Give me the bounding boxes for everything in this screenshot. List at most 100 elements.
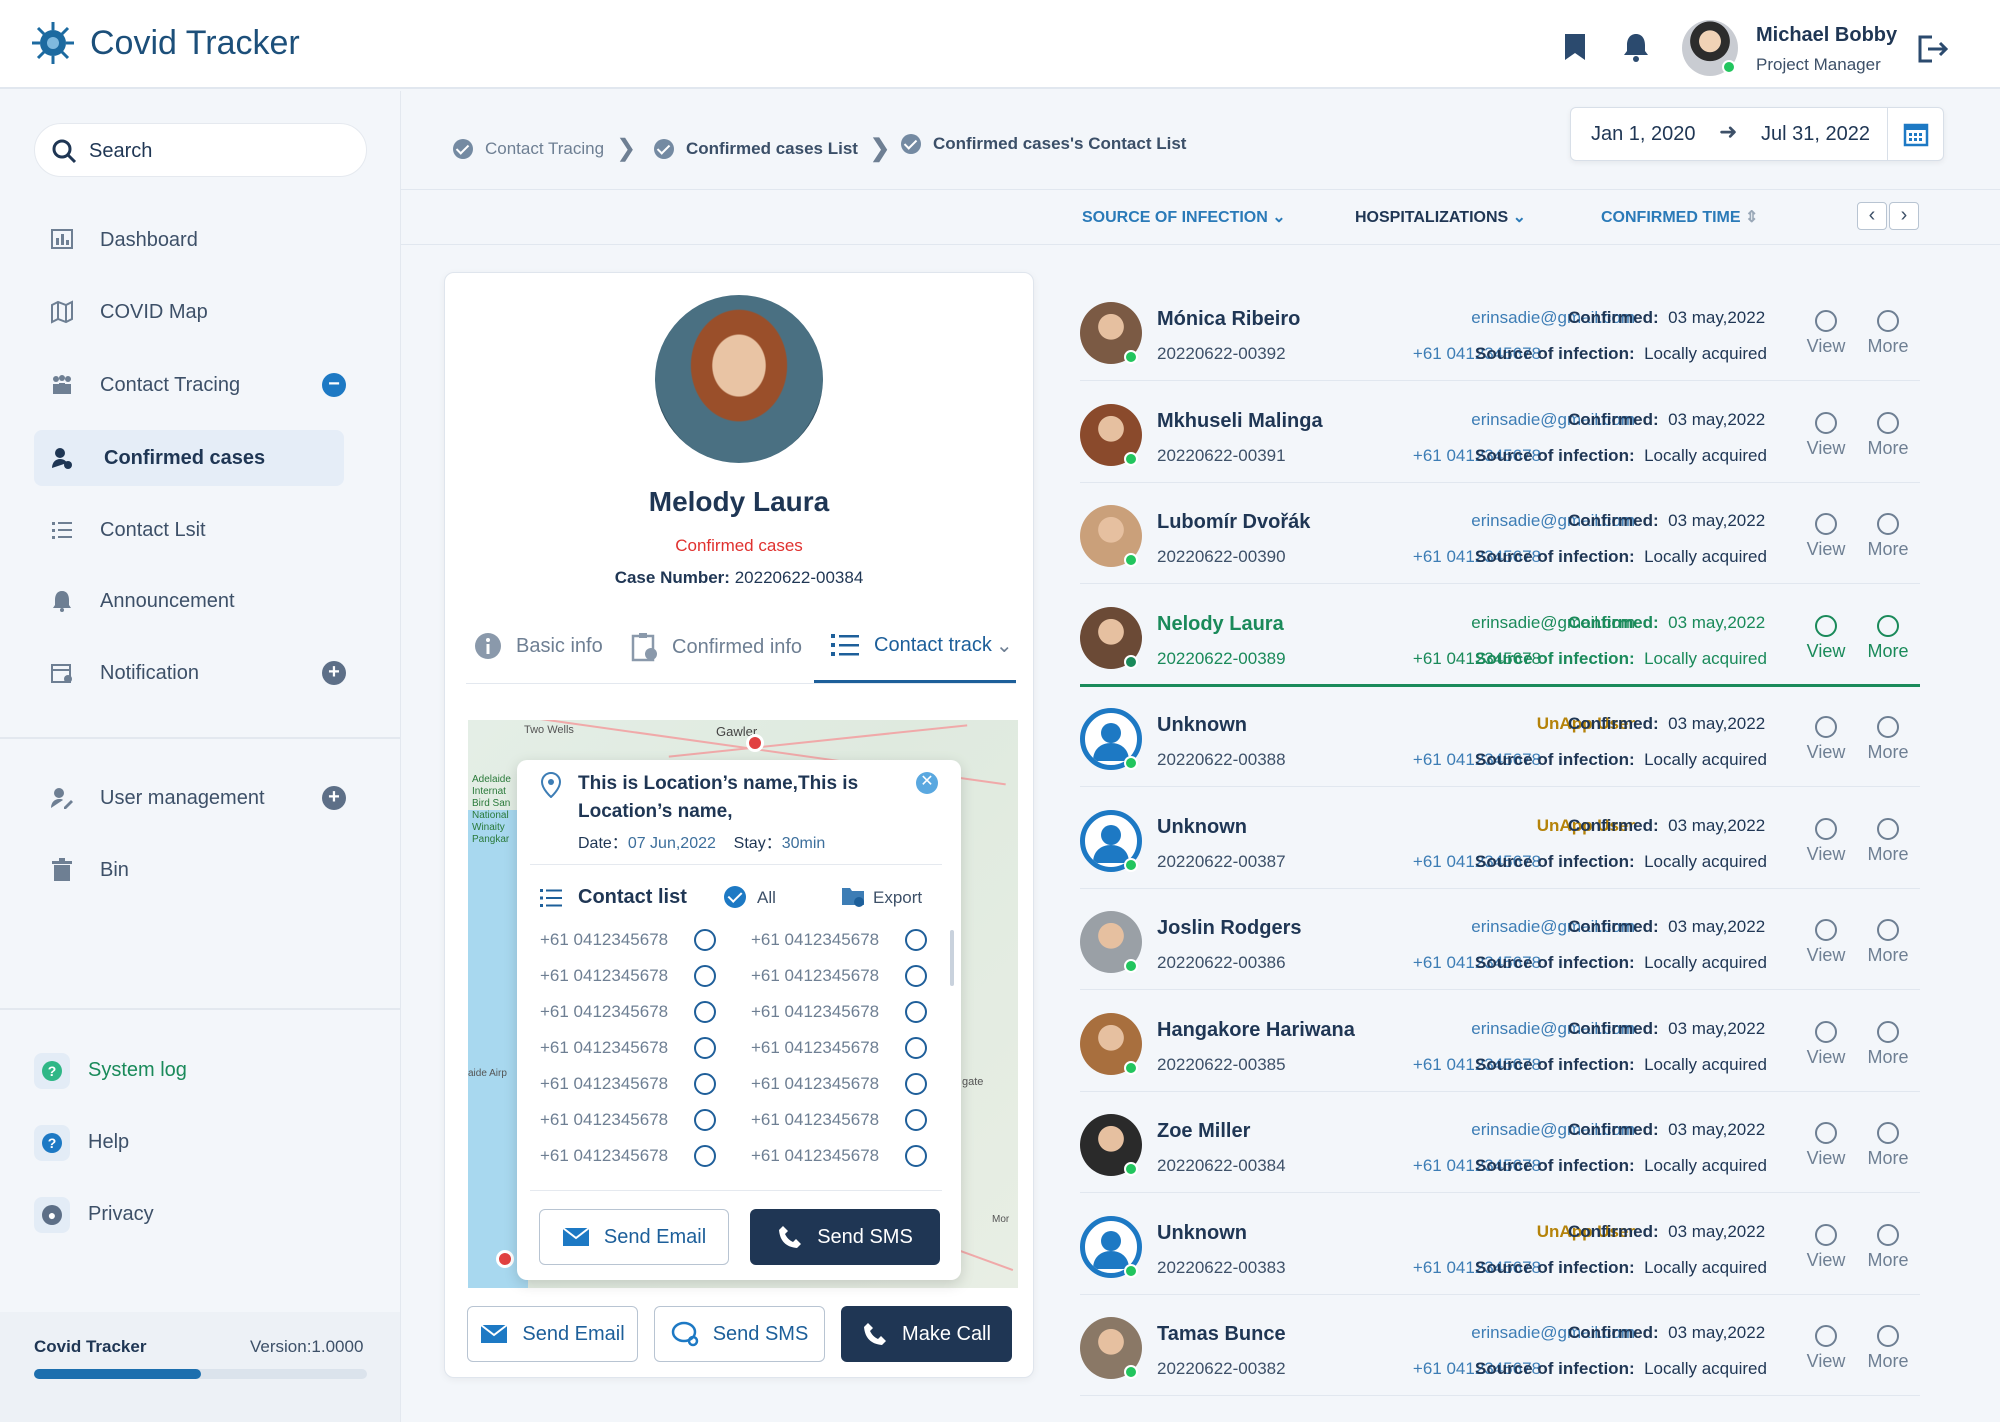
view-button[interactable]: View	[1796, 716, 1856, 763]
contact-select-radio[interactable]	[905, 929, 927, 951]
sidebar-item-label: COVID Map	[100, 301, 208, 323]
more-button[interactable]: More	[1858, 310, 1918, 357]
case-row[interactable]: Mónica Ribeiro 20220622-00392 erinsadie@gm…	[1080, 282, 1920, 382]
location-meta: Date：07 Jun,2022 Stay：30min	[578, 829, 825, 853]
next-page-button[interactable]: ›	[1889, 202, 1919, 230]
view-button[interactable]: View	[1796, 817, 1856, 865]
view-label: View	[1806, 742, 1846, 762]
view-button[interactable]: View	[1796, 411, 1856, 459]
source-label: Source of infection:	[1475, 648, 1635, 668]
case-row[interactable]: Unknown 20220622-00387 UnApp User +61 04123…	[1080, 790, 1920, 890]
tab-basic-info[interactable]: Basic info	[474, 632, 603, 660]
tab-confirmed-info[interactable]: Confirmed info	[630, 632, 802, 662]
sort-hospitalizations[interactable]: HOSPITALIZATIONS ⌄	[1355, 207, 1526, 227]
case-row[interactable]: Mkhuseli Malinga 20220622-00391 erinsadie@…	[1080, 384, 1920, 484]
search-input[interactable]: Search	[34, 123, 367, 177]
view-button[interactable]: View	[1796, 1223, 1856, 1271]
view-button[interactable]: View	[1796, 614, 1856, 662]
sidebar-item-covid-map[interactable]: COVID Map	[34, 284, 344, 340]
contact-select-radio[interactable]	[905, 1145, 927, 1167]
contact-select-radio[interactable]	[905, 1037, 927, 1059]
sidebar-item-privacy[interactable]: ● Privacy	[34, 1197, 334, 1237]
contact-select-radio[interactable]	[694, 929, 716, 951]
export-label[interactable]: Export	[873, 888, 922, 908]
more-button[interactable]: More	[1858, 1223, 1918, 1271]
date-range-picker[interactable]: Jan 1, 2020 ➜ Jul 31, 2022	[1570, 107, 1944, 161]
map-pin[interactable]	[496, 1250, 514, 1268]
close-icon[interactable]: ✕	[916, 772, 938, 794]
case-row[interactable]: Nelody Laura 20220622-00389 erinsadie@gmai…	[1080, 587, 1920, 687]
more-button[interactable]: More	[1858, 411, 1918, 459]
case-row[interactable]: Tamas Bunce 20220622-00382 erinsadie@gmail…	[1080, 1297, 1920, 1397]
expand-icon[interactable]: +	[322, 786, 346, 810]
sidebar-item-bin[interactable]: Bin	[34, 842, 344, 898]
contact-select-radio[interactable]	[694, 965, 716, 987]
tab-divider	[466, 683, 1016, 684]
popup-send-sms-button[interactable]: Send SMS	[750, 1209, 940, 1265]
popup-send-email-button[interactable]: Send Email	[539, 1209, 729, 1265]
more-button[interactable]: More	[1858, 513, 1918, 560]
source-value: Locally acquired	[1644, 445, 1767, 465]
contact-select-radio[interactable]	[905, 965, 927, 987]
map-pin[interactable]	[746, 734, 764, 752]
online-status-dot	[1124, 857, 1138, 872]
sort-source-of-infection[interactable]: SOURCE OF INFECTION ⌄	[1082, 207, 1286, 227]
sidebar-item-contact-list[interactable]: Contact Lsit	[34, 502, 344, 558]
send-sms-button[interactable]: Send SMS	[654, 1306, 825, 1362]
bell-icon[interactable]	[1622, 32, 1650, 62]
sidebar-item-dashboard[interactable]: Dashboard	[34, 212, 344, 268]
view-button[interactable]: View	[1796, 1122, 1856, 1169]
more-button[interactable]: More	[1858, 1325, 1918, 1372]
scrollbar[interactable]	[950, 930, 954, 986]
sidebar-item-announcement[interactable]: Announcement	[34, 573, 344, 629]
view-button[interactable]: View	[1796, 310, 1856, 357]
more-button[interactable]: More	[1858, 817, 1918, 865]
case-row[interactable]: Unknown 20220622-00383 UnApp User +61 04123…	[1080, 1196, 1920, 1296]
case-id: 20220622-00383	[1157, 1257, 1286, 1277]
logout-icon[interactable]	[1916, 34, 1948, 64]
sidebar-item-contact-tracing[interactable]: Contact Tracing −	[34, 357, 346, 413]
sidebar-item-system-log[interactable]: ? System log	[34, 1053, 334, 1093]
more-button[interactable]: More	[1858, 716, 1918, 763]
case-row[interactable]: Hangakore Hariwana 20220622-00385 erinsadi…	[1080, 993, 1920, 1093]
select-all-checkbox[interactable]	[724, 886, 746, 908]
make-call-button[interactable]: Make Call	[841, 1306, 1012, 1362]
more-button[interactable]: More	[1858, 1020, 1918, 1068]
breadcrumb-item[interactable]: Confirmed cases's Contact List	[901, 134, 1186, 154]
prev-page-button[interactable]: ‹	[1857, 202, 1887, 230]
case-row[interactable]: Unknown 20220622-00388 UnApp User +61 04123…	[1080, 688, 1920, 788]
case-row[interactable]: Zoe Miller 20220622-00384 erinsadie@gmail.…	[1080, 1094, 1920, 1194]
send-email-button[interactable]: Send Email	[467, 1306, 638, 1362]
calendar-button[interactable]	[1887, 108, 1943, 160]
bookmark-icon[interactable]	[1563, 32, 1587, 62]
collapse-icon[interactable]: −	[322, 373, 346, 397]
contact-select-radio[interactable]	[694, 1037, 716, 1059]
more-button[interactable]: More	[1858, 1122, 1918, 1169]
case-row[interactable]: Lubomír Dvořák 20220622-00390 erinsadie@gm…	[1080, 485, 1920, 585]
expand-icon[interactable]: +	[322, 661, 346, 685]
contact-select-radio[interactable]	[905, 1073, 927, 1095]
contact-select-radio[interactable]	[694, 1109, 716, 1131]
breadcrumb-item[interactable]: Contact Tracing ❯	[453, 134, 636, 163]
sidebar-item-confirmed-cases[interactable]: Confirmed cases	[34, 430, 344, 486]
case-row[interactable]: Joslin Rodgers 20220622-00386 erinsadie@gm…	[1080, 891, 1920, 991]
contact-select-radio[interactable]	[694, 1001, 716, 1023]
export-folder-icon[interactable]	[841, 884, 865, 908]
view-button[interactable]: View	[1796, 1020, 1856, 1068]
view-button[interactable]: View	[1796, 1325, 1856, 1372]
contact-select-radio[interactable]	[694, 1073, 716, 1095]
tab-contact-track[interactable]: Contact track ⌄	[830, 632, 1013, 658]
sidebar-item-help[interactable]: ? Help	[34, 1125, 334, 1165]
sort-confirmed-time[interactable]: CONFIRMED TIME ⇕	[1601, 207, 1758, 227]
contact-select-radio[interactable]	[905, 1001, 927, 1023]
contact-select-radio[interactable]	[905, 1109, 927, 1131]
sidebar-item-notification[interactable]: Notification +	[34, 645, 346, 701]
view-button[interactable]: View	[1796, 919, 1856, 966]
sidebar-item-user-management[interactable]: User management +	[34, 770, 346, 826]
more-button[interactable]: More	[1858, 614, 1918, 662]
contact-select-radio[interactable]	[694, 1145, 716, 1167]
more-button[interactable]: More	[1858, 919, 1918, 966]
map-place-label: National	[472, 810, 509, 821]
breadcrumb-item[interactable]: Confirmed cases List ❯	[654, 134, 890, 163]
view-button[interactable]: View	[1796, 513, 1856, 560]
